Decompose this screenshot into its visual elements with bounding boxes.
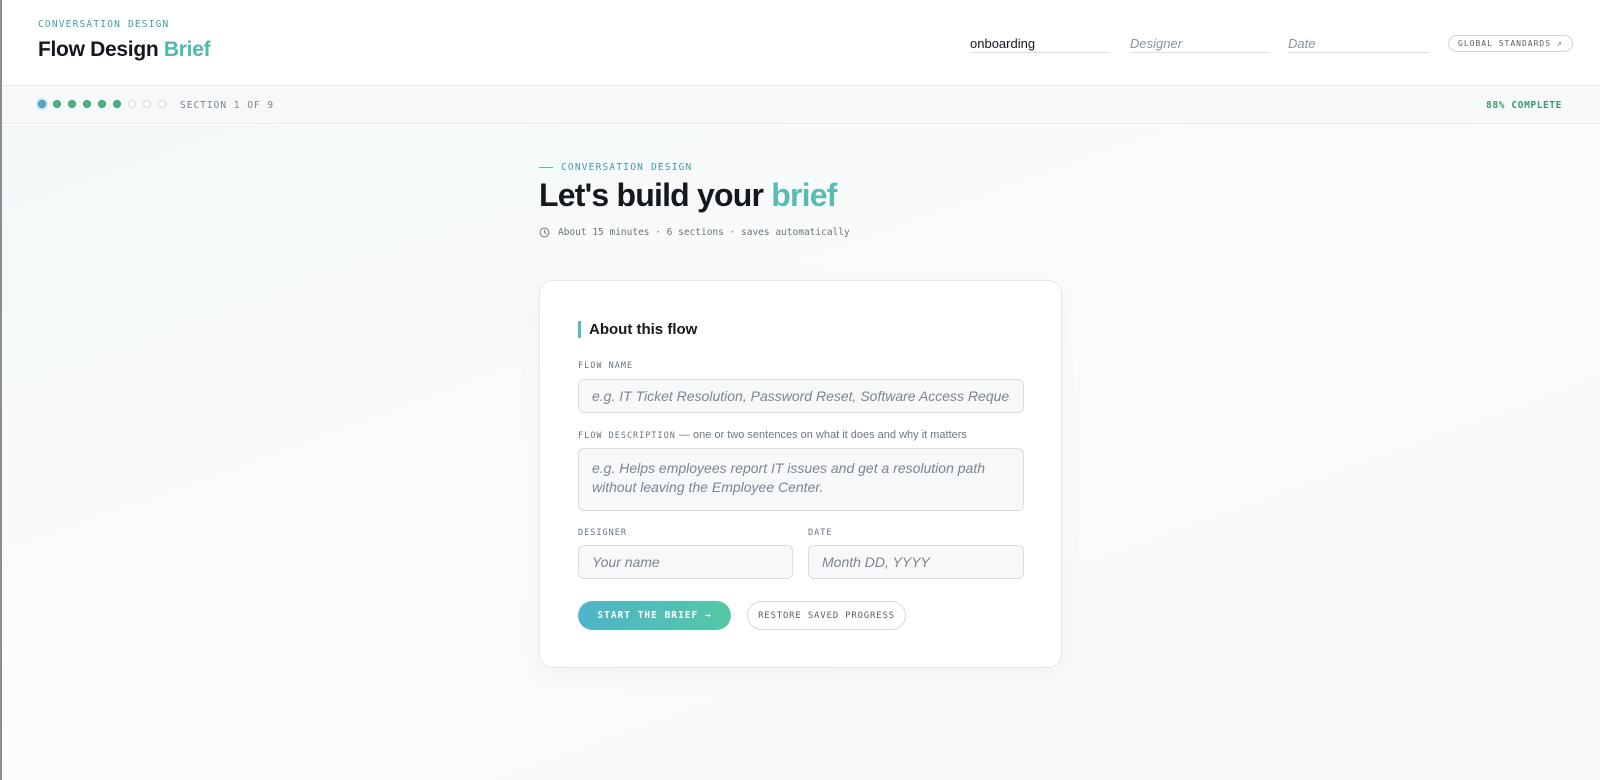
section-dot-3[interactable] [68, 100, 76, 108]
main-area: CONVERSATION DESIGN Let's build your bri… [2, 125, 1600, 780]
designer-label: DESIGNER [578, 528, 627, 538]
date-input[interactable] [808, 545, 1024, 579]
section-dot-4[interactable] [83, 100, 91, 108]
header-date-field[interactable] [1288, 34, 1428, 53]
app-title-main: Flow Design [38, 38, 159, 61]
app-title-accent: Brief [163, 38, 211, 61]
hero-meta-text: About 15 minutes · 6 sections · saves au… [558, 227, 850, 238]
flow-name-label: FLOW NAME [578, 361, 634, 371]
about-flow-card: About this flow FLOW NAME FLOW DESCRIPTI… [539, 280, 1062, 668]
flow-description-label-text: FLOW DESCRIPTION [578, 431, 676, 441]
eyebrow-rule [539, 167, 553, 168]
complete-label: 88% COMPLETE [1486, 100, 1562, 111]
restore-progress-button[interactable]: RESTORE SAVED PROGRESS [747, 601, 906, 630]
date-label: DATE [808, 528, 833, 538]
progress-bar: SECTION 1 OF 9 88% COMPLETE [2, 87, 1600, 124]
app-title: Flow Design Brief [38, 38, 211, 62]
clock-icon [539, 227, 550, 238]
hero-title-main: Let's build your [539, 177, 764, 213]
card-title-mark [578, 321, 581, 338]
hero-meta: About 15 minutes · 6 sections · saves au… [539, 227, 850, 238]
card-title: About this flow [578, 321, 697, 338]
flow-description-label: FLOW DESCRIPTION — one or two sentences … [578, 429, 967, 441]
designer-input[interactable] [578, 545, 793, 579]
flow-name-input[interactable] [578, 379, 1024, 413]
start-brief-button[interactable]: START THE BRIEF → [578, 601, 731, 630]
section-dot-5[interactable] [98, 100, 106, 108]
flow-description-input[interactable] [578, 448, 1024, 511]
hero-eyebrow: CONVERSATION DESIGN [539, 162, 692, 173]
card-title-text: About this flow [589, 321, 698, 338]
section-dot-6[interactable] [113, 100, 121, 108]
flow-description-hint: — one or two sentences on what it does a… [675, 429, 967, 441]
section-dot-9[interactable] [158, 100, 166, 108]
hero-eyebrow-text: CONVERSATION DESIGN [561, 162, 693, 173]
hero-title-accent: brief [771, 177, 837, 213]
header-eyebrow: CONVERSATION DESIGN [38, 19, 170, 30]
section-dots [38, 100, 166, 108]
section-dot-8[interactable] [143, 100, 151, 108]
global-standards-button[interactable]: GLOBAL STANDARDS ↗ [1448, 35, 1573, 52]
section-dot-2[interactable] [53, 100, 61, 108]
app-header: CONVERSATION DESIGN Flow Design Brief GL… [2, 0, 1600, 86]
hero-title: Let's build your brief [539, 177, 837, 214]
header-flow-field[interactable] [970, 34, 1110, 53]
section-dot-1[interactable] [38, 100, 46, 108]
header-designer-field[interactable] [1130, 34, 1270, 53]
section-dot-7[interactable] [128, 100, 136, 108]
section-label: SECTION 1 OF 9 [180, 100, 275, 111]
